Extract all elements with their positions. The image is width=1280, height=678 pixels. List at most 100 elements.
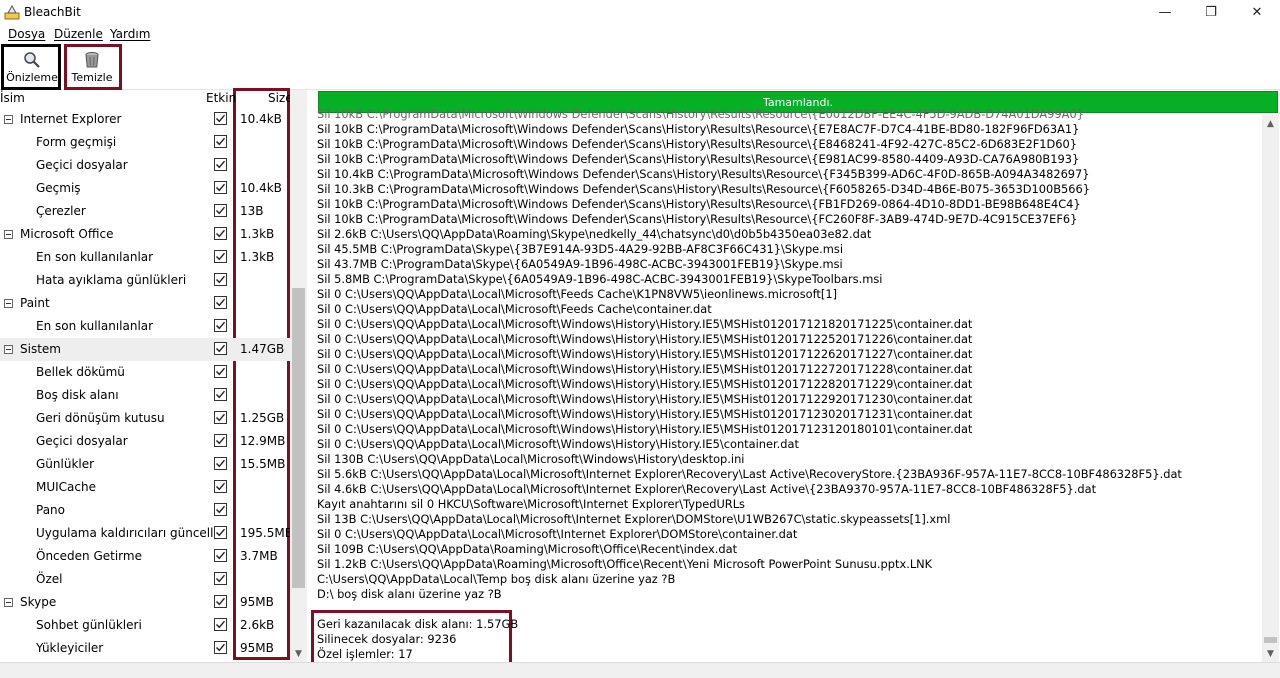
collapse-toggle-icon[interactable]: [4, 299, 13, 308]
tree-row-label: Bellek dökümü: [36, 365, 125, 379]
collapse-toggle-icon[interactable]: [4, 115, 13, 124]
tree-row[interactable]: Geçici dosyalar: [0, 154, 290, 177]
enable-checkbox[interactable]: [214, 572, 227, 585]
tree-row-label: Geri dönüşüm kutusu: [36, 411, 165, 425]
enable-checkbox[interactable]: [214, 503, 227, 516]
tree-row[interactable]: Uygulama kaldırıcıları güncelle 195.5MB: [0, 522, 293, 545]
tree-row[interactable]: Geçmiş 10.4kB: [0, 177, 290, 200]
log-scroll-up-arrow-icon[interactable]: ▲: [1262, 115, 1279, 132]
enable-checkbox[interactable]: [214, 526, 227, 539]
tree-row[interactable]: Paint: [0, 292, 290, 315]
tree-row[interactable]: Geçici dosyalar 12.9MB: [0, 430, 290, 453]
tree-row[interactable]: Sistem 1.47GB: [0, 338, 290, 361]
log-line: Sil 0 C:\Users\QQ\AppData\Local\Microsof…: [317, 362, 973, 376]
checkmark-icon: [216, 436, 226, 445]
tree-scrollbar[interactable]: ▼: [290, 90, 307, 662]
tree-row-label: Pano: [36, 503, 65, 517]
enable-checkbox[interactable]: [214, 480, 227, 493]
enable-checkbox[interactable]: [214, 457, 227, 470]
tree-row[interactable]: MUICache: [0, 476, 290, 499]
log-line: Kayıt anahtarını sil 0 HKCU\Software\Mic…: [317, 497, 745, 511]
tree-row-label: Hata ayıklama günlükleri: [36, 273, 187, 287]
tree-row[interactable]: Boş disk alanı: [0, 384, 290, 407]
enable-checkbox[interactable]: [214, 365, 227, 378]
tree-row-size: 95MB: [240, 641, 274, 655]
tree-row[interactable]: Microsoft Office 1.3kB: [0, 223, 290, 246]
tree-row[interactable]: Geri dönüşüm kutusu 1.25GB: [0, 407, 290, 430]
tree-row[interactable]: Çerezler 13B: [0, 200, 290, 223]
enable-checkbox[interactable]: [214, 319, 227, 332]
checkmark-icon: [216, 344, 226, 353]
enable-checkbox[interactable]: [214, 181, 227, 194]
log-line: Sil 0 C:\Users\QQ\AppData\Local\Microsof…: [317, 437, 799, 451]
enable-checkbox[interactable]: [214, 388, 227, 401]
enable-checkbox[interactable]: [214, 296, 227, 309]
log-line: Sil 2.6kB C:\Users\QQ\AppData\Roaming\Sk…: [317, 227, 872, 241]
collapse-toggle-icon[interactable]: [4, 598, 13, 607]
tree-row[interactable]: Skype 95MB: [0, 591, 290, 614]
tree-row[interactable]: En son kullanılanlar 1.3kB: [0, 246, 290, 269]
enable-checkbox[interactable]: [214, 273, 227, 286]
tree-row-label: MUICache: [36, 480, 96, 494]
log-line: Geri kazanılacak disk alanı: 1.57GB: [317, 617, 519, 631]
enable-checkbox[interactable]: [214, 135, 227, 148]
log-line: Sil 0 C:\Users\QQ\AppData\Local\Microsof…: [317, 392, 973, 406]
checkmark-icon: [216, 643, 226, 652]
tree-row[interactable]: Yükleyiciler 95MB: [0, 637, 290, 660]
tree-row[interactable]: Özel: [0, 568, 290, 591]
tree-row[interactable]: Günlükler 15.5MB: [0, 453, 290, 476]
column-header-name[interactable]: İsim: [0, 91, 25, 105]
scroll-down-arrow-icon[interactable]: ▼: [290, 645, 307, 662]
column-header-enabled[interactable]: Etkin: [206, 91, 236, 105]
collapse-toggle-icon[interactable]: [4, 230, 13, 239]
log-line: Özel işlemler: 17: [317, 647, 413, 661]
enable-checkbox[interactable]: [214, 595, 227, 608]
collapse-toggle-icon[interactable]: [4, 345, 13, 354]
enable-checkbox[interactable]: [214, 112, 227, 125]
checkmark-icon: [216, 459, 226, 468]
close-button[interactable]: ✕: [1234, 0, 1280, 24]
tree-row-label: Özel: [36, 572, 63, 586]
tree-row[interactable]: Hata ayıklama günlükleri: [0, 269, 290, 292]
tree-row-label: Geçici dosyalar: [36, 434, 128, 448]
menu-file[interactable]: Dosya: [8, 27, 45, 41]
tree-row[interactable]: Pano: [0, 499, 290, 522]
enable-checkbox[interactable]: [214, 411, 227, 424]
log-scrollbar-thumb[interactable]: [1264, 637, 1277, 643]
menu-help[interactable]: Yardım: [110, 27, 150, 41]
tree-row[interactable]: Sohbet günlükleri 2.6kB: [0, 614, 290, 637]
tree-row[interactable]: Internet Explorer 10.4kB: [0, 108, 290, 131]
log-scroll-down-arrow-icon[interactable]: ▼: [1262, 645, 1279, 662]
log-line: Sil 10kB C:\ProgramData\Microsoft\Window…: [317, 212, 1078, 226]
log-line: Sil 13B C:\Users\QQ\AppData\Local\Micros…: [317, 512, 951, 526]
column-header-size[interactable]: Size: [268, 91, 293, 105]
log-line: D:\ boş disk alanı üzerine yaz ?B: [317, 587, 502, 601]
enable-checkbox[interactable]: [214, 250, 227, 263]
log-line: Sil 45.5MB C:\ProgramData\Skype\{3B7E914…: [317, 242, 843, 256]
enable-checkbox[interactable]: [214, 641, 227, 654]
enable-checkbox[interactable]: [214, 227, 227, 240]
log-line: Sil 10kB C:\ProgramData\Microsoft\Window…: [317, 152, 1080, 166]
checkmark-icon: [216, 574, 226, 583]
enable-checkbox[interactable]: [214, 158, 227, 171]
tree-row-label: Boş disk alanı: [36, 388, 119, 402]
tree-row-label: Internet Explorer: [20, 112, 122, 126]
tree-row[interactable]: Bellek dökümü: [0, 361, 290, 384]
enable-checkbox[interactable]: [214, 549, 227, 562]
menu-edit[interactable]: Düzenle: [54, 27, 103, 41]
tree-scrollbar-thumb[interactable]: [292, 288, 305, 588]
log-line: Sil 0 C:\Users\QQ\AppData\Local\Microsof…: [317, 527, 798, 541]
enable-checkbox[interactable]: [214, 342, 227, 355]
enable-checkbox[interactable]: [214, 204, 227, 217]
restore-button[interactable]: ❐: [1188, 0, 1234, 24]
enable-checkbox[interactable]: [214, 618, 227, 631]
enable-checkbox[interactable]: [214, 434, 227, 447]
tree-row-label: Yükleyiciler: [36, 641, 104, 655]
tree-row[interactable]: En son kullanılanlar: [0, 315, 290, 338]
minimize-button[interactable]: —: [1142, 0, 1188, 24]
checkmark-icon: [216, 528, 226, 537]
tree-row-size: 1.47GB: [240, 342, 285, 356]
tree-row[interactable]: Önceden Getirme 3.7MB: [0, 545, 290, 568]
log-scrollbar[interactable]: ▲ ▼: [1262, 115, 1279, 662]
tree-row[interactable]: Form geçmişi: [0, 131, 290, 154]
